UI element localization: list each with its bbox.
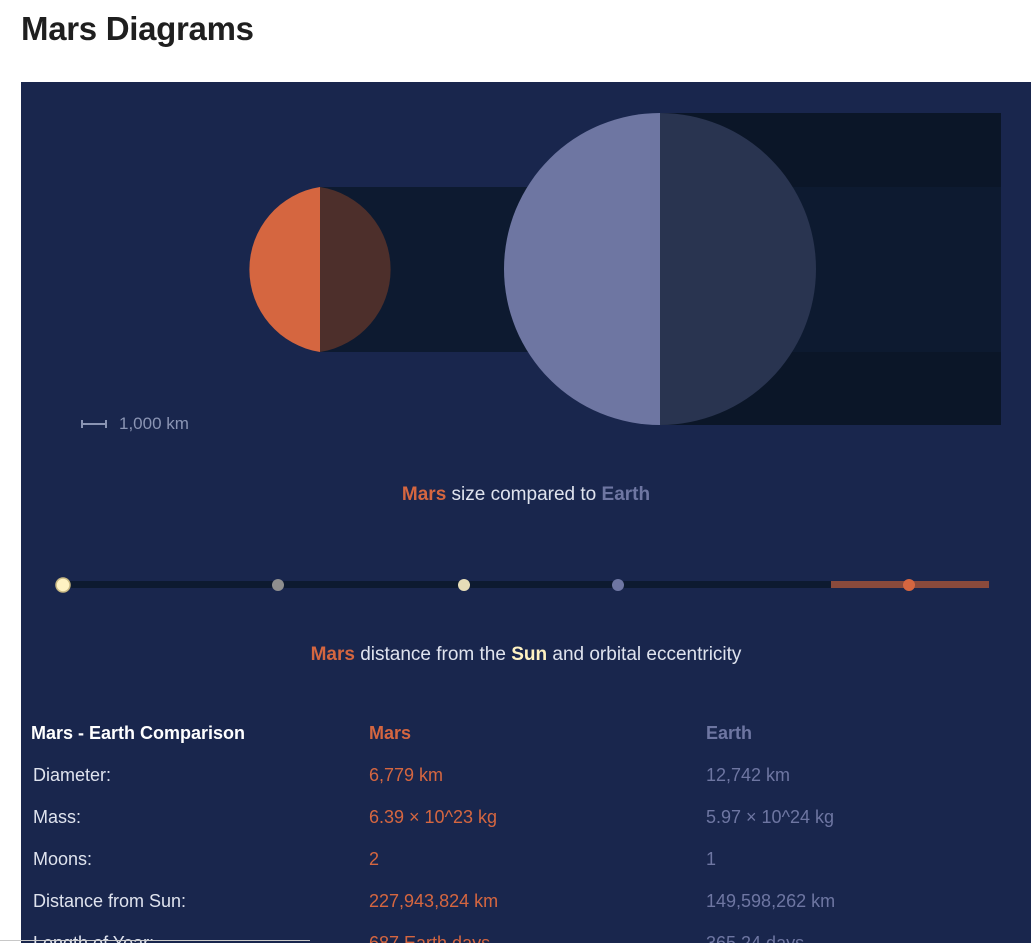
row-label: Diameter: — [33, 764, 112, 785]
size-caption-mars: Mars — [401, 484, 447, 505]
row-earth-value: 365.24 days — [706, 932, 805, 943]
scale-indicator: 1,000 km — [81, 414, 189, 434]
table-row: Diameter: 6,779 km 12,742 km — [21, 754, 1031, 796]
mars-lit-half — [249, 187, 320, 352]
diagram-panel: 1,000 km Mars size compared to Earth Mar… — [21, 82, 1031, 943]
venus-dot — [458, 579, 470, 591]
row-mars-value: 687 Earth days — [369, 932, 491, 943]
earth-dot — [612, 579, 624, 591]
row-earth-value: 5.97 × 10^24 kg — [706, 806, 835, 827]
earth-planet — [504, 113, 816, 425]
size-caption-text: size compared to — [446, 484, 602, 505]
table-header-earth: Earth — [706, 722, 753, 743]
page-bottom-divider — [0, 940, 310, 941]
distance-caption-mars: Mars — [310, 644, 355, 665]
planet-size-diagram — [55, 113, 1001, 593]
row-earth-value: 12,742 km — [706, 764, 791, 785]
table-row: Moons: 2 1 — [21, 838, 1031, 880]
size-caption: Mars size compared to Earth — [21, 484, 1031, 506]
row-earth-value: 149,598,262 km — [706, 890, 836, 911]
table-row: Distance from Sun: 227,943,824 km 149,59… — [21, 880, 1031, 922]
row-label: Mass: — [33, 806, 82, 827]
table-header-label: Mars - Earth Comparison — [31, 722, 246, 743]
row-mars-value: 6,779 km — [369, 764, 444, 785]
sun-dot — [55, 577, 71, 593]
size-caption-earth: Earth — [601, 484, 651, 505]
table-header-mars: Mars — [369, 722, 412, 743]
earth-lit-half — [504, 113, 660, 425]
table-header-row: Mars - Earth Comparison Mars Earth — [21, 712, 1031, 754]
row-label: Moons: — [33, 848, 93, 869]
orbit-diagram — [55, 577, 989, 593]
comparison-table: Mars - Earth Comparison Mars Earth Diame… — [21, 712, 1031, 943]
row-earth-value: 1 — [706, 848, 717, 869]
mars-dot — [903, 579, 915, 591]
scale-label: 1,000 km — [119, 414, 189, 433]
distance-caption: Mars distance from the Sun and orbital e… — [21, 644, 1031, 666]
row-mars-value: 2 — [369, 848, 380, 869]
mercury-dot — [272, 579, 284, 591]
distance-caption-sun: Sun — [511, 644, 548, 665]
row-mars-value: 227,943,824 km — [369, 890, 499, 911]
row-label: Distance from Sun: — [33, 890, 187, 911]
distance-caption-text-1: distance from the — [354, 644, 512, 665]
distance-caption-text-2: and orbital eccentricity — [547, 644, 742, 665]
scale-bar-icon — [81, 420, 107, 428]
page-title: Mars Diagrams — [21, 10, 254, 47]
table-row: Mass: 6.39 × 10^23 kg 5.97 × 10^24 kg — [21, 796, 1031, 838]
row-mars-value: 6.39 × 10^23 kg — [369, 806, 498, 827]
